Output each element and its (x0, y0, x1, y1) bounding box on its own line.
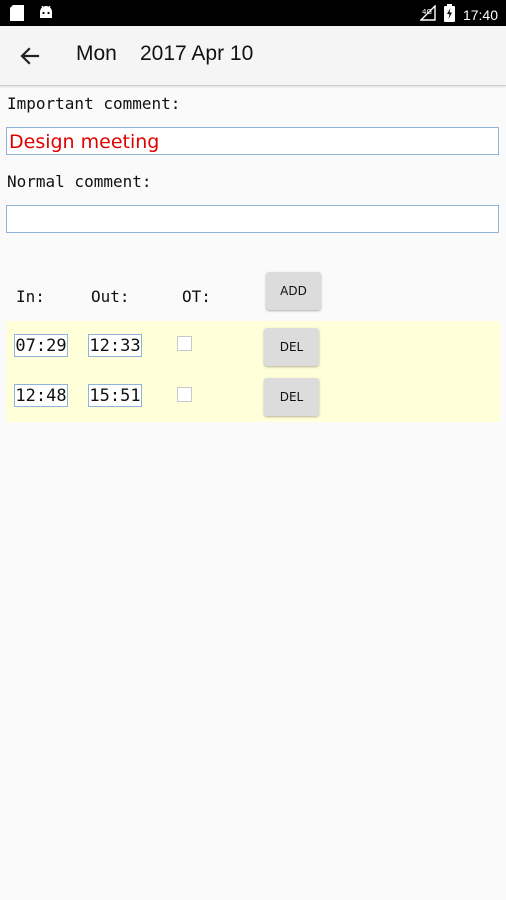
svg-text:4G: 4G (422, 8, 432, 16)
ot-header: OT: (182, 287, 211, 306)
app-bar: Mon 2017 Apr 10 (0, 26, 506, 86)
out-header: Out: (91, 287, 130, 306)
back-button[interactable] (14, 40, 46, 72)
time-entries (6, 321, 500, 422)
normal-comment-label: Normal comment: (7, 172, 152, 191)
status-left-icons (10, 5, 54, 25)
del-button[interactable]: DEL (264, 378, 319, 416)
in-time-field[interactable]: 12:48 (14, 384, 68, 407)
ot-checkbox[interactable] (177, 336, 192, 351)
in-header: In: (16, 287, 45, 306)
battery-icon (443, 4, 455, 26)
title-date: 2017 Apr 10 (140, 42, 254, 65)
in-time-field[interactable]: 07:29 (14, 334, 68, 357)
android-icon (38, 5, 54, 25)
add-button[interactable]: ADD (266, 272, 321, 310)
out-time-field[interactable]: 15:51 (88, 384, 142, 407)
status-time: 17:40 (462, 7, 498, 23)
ot-checkbox[interactable] (177, 387, 192, 402)
status-right-icons: 4G 17:40 (419, 4, 498, 26)
title-day: Mon (76, 42, 117, 65)
arrow-left-icon (14, 47, 46, 76)
status-bar: 4G 17:40 (0, 0, 506, 26)
out-time-field[interactable]: 12:33 (88, 334, 142, 357)
important-comment-field[interactable]: Design meeting (6, 127, 499, 155)
sd-card-icon (10, 5, 24, 25)
important-comment-value: Design meeting (9, 131, 160, 153)
normal-comment-field[interactable] (6, 205, 499, 233)
del-button[interactable]: DEL (264, 328, 319, 366)
signal-icon: 4G (419, 4, 436, 25)
important-comment-label: Important comment: (7, 94, 181, 113)
